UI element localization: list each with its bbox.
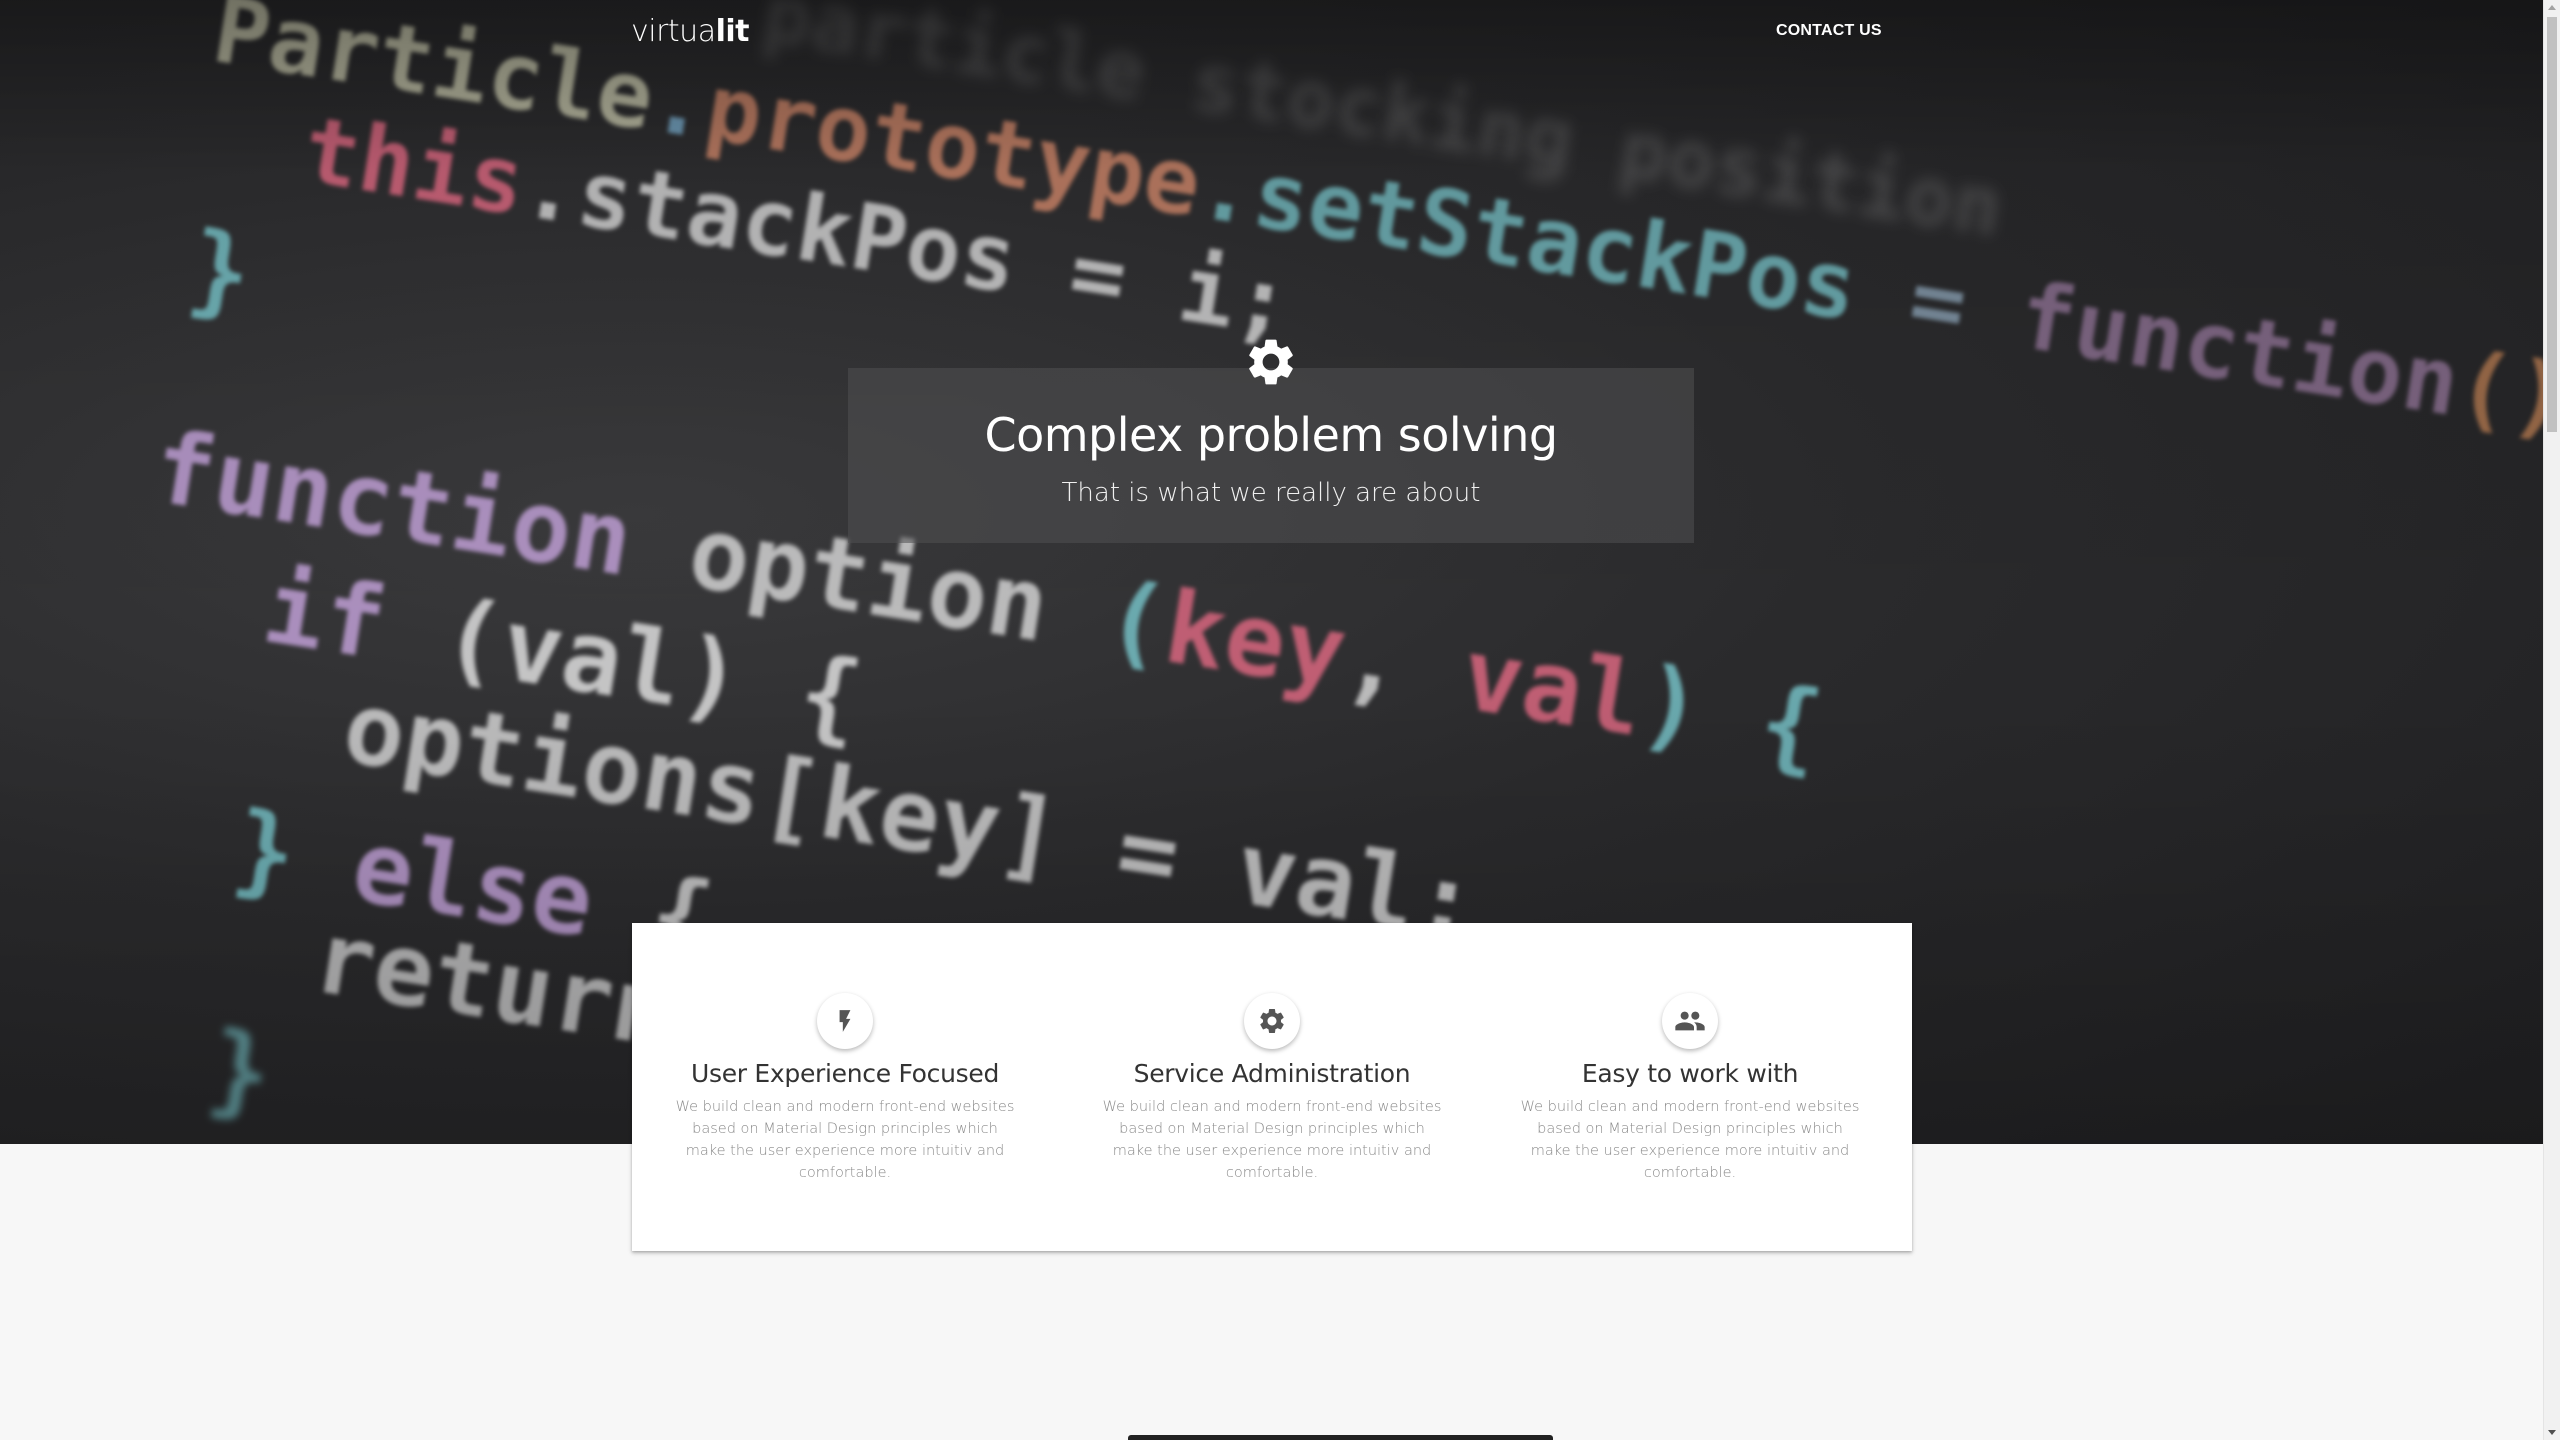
top-navbar: virtualit CONTACT US (0, 0, 2543, 64)
next-section-edge (1128, 1435, 1553, 1440)
brand-logo[interactable]: virtualit (631, 14, 750, 49)
feature-description: We build clean and modern front-end webs… (675, 1099, 1015, 1181)
feature-icon-circle (1662, 993, 1718, 1049)
scroll-down-arrow-icon[interactable] (2548, 1430, 2556, 1435)
vertical-scrollbar[interactable] (2543, 0, 2560, 1440)
gear-icon (1249, 339, 1293, 385)
feature-title: User Experience Focused (690, 1059, 1000, 1088)
feature-icon-circle (1244, 993, 1300, 1049)
feature-title: Easy to work with (1581, 1059, 1799, 1088)
hero-title: Complex problem solving (984, 408, 1558, 462)
lightning-icon (839, 1010, 851, 1032)
features-card: User Experience Focused We build clean a… (632, 923, 1912, 1251)
people-icon (1675, 1011, 1705, 1031)
logo-text-light: virtua (631, 14, 716, 49)
scroll-up-arrow-icon[interactable] (2548, 5, 2556, 10)
gear-icon (1260, 1009, 1284, 1033)
logo-text-bold: lit (715, 14, 750, 49)
feature-description: We build clean and modern front-end webs… (1520, 1099, 1860, 1181)
page: particle stocking position Particle.prot… (0, 0, 2560, 1440)
feature-description: We build clean and modern front-end webs… (1102, 1099, 1442, 1181)
contact-us-link[interactable]: CONTACT US (1776, 22, 1882, 40)
feature-title: Service Administration (1133, 1059, 1411, 1088)
hero-subtitle: That is what we really are about (1061, 478, 1481, 508)
scrollbar-thumb[interactable] (2547, 17, 2557, 432)
feature-icon-circle (817, 993, 873, 1049)
